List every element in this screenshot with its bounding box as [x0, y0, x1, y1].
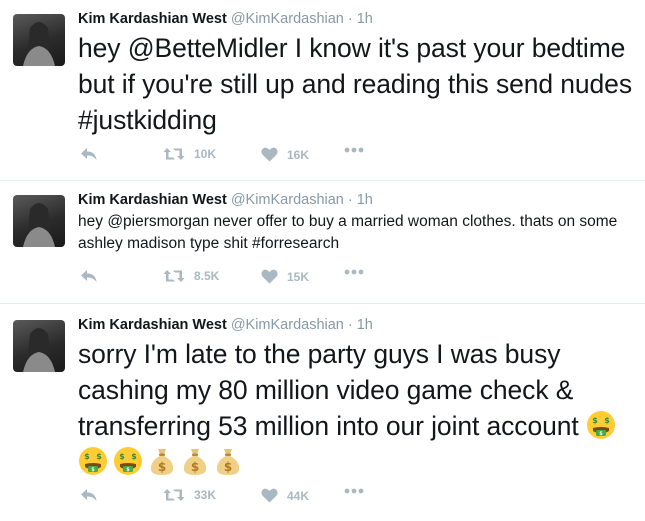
- svg-text:$: $: [158, 460, 166, 474]
- tweet-text-part: hey: [78, 33, 128, 63]
- svg-text:$: $: [592, 416, 598, 425]
- svg-text:$: $: [119, 452, 125, 461]
- like-button[interactable]: 44K: [261, 488, 309, 503]
- tweet-text: hey @piersmorgan never offer to buy a ma…: [78, 211, 635, 255]
- like-count: 44K: [287, 488, 310, 503]
- tweet-text: hey @BetteMidler I know it's past your b…: [78, 30, 635, 138]
- author-name[interactable]: Kim Kardashian West: [78, 11, 227, 27]
- reply-button[interactable]: [80, 488, 98, 502]
- svg-text:$: $: [84, 452, 90, 461]
- author-handle[interactable]: @KimKardashian: [231, 317, 344, 333]
- money-mouth-face-emoji: $ $$: [114, 447, 142, 475]
- retweet-button[interactable]: 8.5K: [163, 269, 219, 283]
- retweet-button[interactable]: 10K: [163, 147, 216, 161]
- like-count: 15K: [287, 269, 310, 284]
- separator: ·: [347, 11, 353, 27]
- mention-link[interactable]: @BetteMidler: [128, 33, 288, 63]
- svg-text:$: $: [96, 452, 102, 461]
- reply-button[interactable]: [80, 269, 98, 283]
- tweet-content: Kim Kardashian West @KimKardashian · 1h sor…: [78, 316, 635, 480]
- retweet-count: 33K: [194, 488, 217, 502]
- tweet-header: Kim Kardashian West @KimKardashian · 1h: [78, 10, 635, 28]
- tweet-text: sorry I'm late to the party guys I was b…: [78, 336, 635, 480]
- author-handle[interactable]: @KimKardashian: [231, 11, 344, 27]
- hashtag-link[interactable]: #justkidding: [78, 105, 217, 135]
- avatar[interactable]: [13, 320, 65, 372]
- retweet-button[interactable]: 33K: [163, 488, 216, 502]
- money-bag-emoji: $: [150, 449, 174, 475]
- separator: ·: [347, 192, 353, 208]
- retweet-icon: [163, 148, 185, 160]
- tweet-actions: 33K 44K: [78, 488, 408, 508]
- more-button[interactable]: [344, 147, 364, 153]
- retweet-count: 8.5K: [194, 269, 220, 283]
- tweet-text-part: hey: [78, 213, 108, 230]
- avatar[interactable]: [13, 195, 65, 247]
- like-button[interactable]: 15K: [261, 269, 309, 284]
- tweet-content: Kim Kardashian West @KimKardashian · 1h hey…: [78, 191, 635, 255]
- author-name[interactable]: Kim Kardashian West: [78, 192, 227, 208]
- money-mouth-face-emoji: $ $$: [586, 411, 615, 439]
- tweet-header: Kim Kardashian West @KimKardashian · 1h: [78, 191, 635, 209]
- tweet-actions: 10K 16K: [78, 147, 408, 167]
- tweet-header: Kim Kardashian West @KimKardashian · 1h: [78, 316, 635, 334]
- more-dots-icon: [344, 488, 364, 494]
- money-bag-emoji: $: [216, 449, 240, 475]
- reply-icon: [81, 489, 97, 501]
- tweet[interactable]: Kim Kardashian West @KimKardashian · 1h sor…: [0, 304, 645, 521]
- retweet-icon: [163, 489, 185, 501]
- more-dots-icon: [344, 269, 364, 275]
- reply-button[interactable]: [80, 147, 98, 161]
- author-handle[interactable]: @KimKardashian: [231, 192, 344, 208]
- heart-icon: [261, 488, 278, 503]
- svg-text:$: $: [131, 452, 137, 461]
- heart-icon: [261, 147, 278, 162]
- hashtag-link[interactable]: #forresearch: [252, 235, 339, 252]
- tweet-text-part: sorry I'm late to the party guys I was b…: [78, 339, 586, 441]
- svg-text:$: $: [191, 460, 199, 474]
- tweet[interactable]: Kim Kardashian West @KimKardashian · 1h hey…: [0, 0, 645, 181]
- heart-icon: [261, 269, 278, 284]
- separator: ·: [347, 317, 353, 333]
- like-button[interactable]: 16K: [261, 147, 309, 162]
- avatar[interactable]: [13, 14, 65, 66]
- money-mouth-face-emoji: $ $$: [79, 447, 107, 475]
- more-button[interactable]: [344, 488, 364, 494]
- more-dots-icon: [344, 147, 364, 153]
- retweet-count: 10K: [194, 147, 217, 161]
- more-button[interactable]: [344, 269, 364, 275]
- timestamp[interactable]: 1h: [357, 317, 373, 333]
- tweet-actions: 8.5K 15K: [78, 269, 408, 289]
- svg-text:$: $: [224, 460, 232, 474]
- timestamp[interactable]: 1h: [357, 11, 373, 27]
- tweet[interactable]: Kim Kardashian West @KimKardashian · 1h hey…: [0, 181, 645, 304]
- timestamp[interactable]: 1h: [357, 192, 373, 208]
- mention-link[interactable]: @piersmorgan: [107, 213, 209, 230]
- retweet-icon: [163, 270, 185, 282]
- tweet-content: Kim Kardashian West @KimKardashian · 1h hey…: [78, 10, 635, 138]
- svg-text:$: $: [604, 416, 610, 425]
- timeline: Kim Kardashian West @KimKardashian · 1h hey…: [0, 0, 645, 521]
- reply-icon: [81, 270, 97, 282]
- reply-icon: [81, 148, 97, 160]
- money-bag-emoji: $: [183, 449, 207, 475]
- author-name[interactable]: Kim Kardashian West: [78, 317, 227, 333]
- like-count: 16K: [287, 147, 310, 162]
